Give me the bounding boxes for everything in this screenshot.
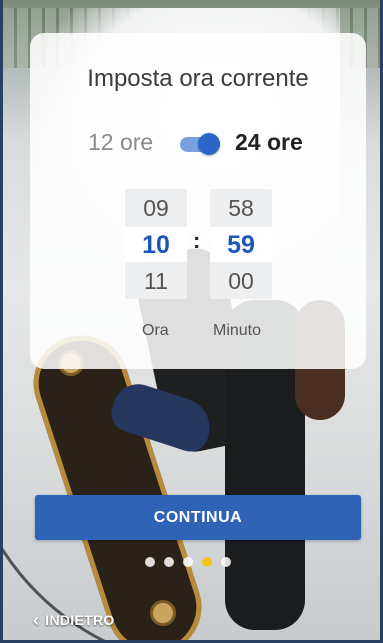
dialog-title: Imposta ora corrente — [87, 65, 309, 92]
page-dot — [164, 557, 174, 567]
format-24-label[interactable]: 24 ore — [235, 129, 303, 156]
continue-button[interactable]: CONTINUA — [35, 495, 361, 540]
hour-label: Ora — [142, 322, 169, 339]
back-button[interactable]: ‹ INDIETRO — [33, 610, 115, 630]
set-time-card: Imposta ora corrente 12 ore 24 ore 09 10… — [30, 33, 366, 369]
chevron-left-icon: ‹ — [33, 610, 40, 630]
minute-selected-value[interactable]: 59 — [210, 231, 272, 260]
minute-label: Minuto — [213, 322, 262, 339]
page-indicator — [145, 557, 231, 569]
page-dot — [221, 557, 231, 567]
format-toggle-switch[interactable] — [180, 133, 222, 155]
minute-next-value[interactable]: 00 — [210, 268, 272, 295]
page-dot — [183, 557, 193, 567]
background-wheel — [150, 600, 176, 626]
page-dot — [145, 557, 155, 567]
hour-picker[interactable]: 09 10 11 — [125, 189, 187, 299]
page-dot-active — [202, 557, 212, 567]
minute-prev-value[interactable]: 58 — [210, 195, 272, 222]
time-format-row: 12 ore 24 ore — [30, 129, 366, 159]
hour-prev-value[interactable]: 09 — [125, 195, 187, 222]
toggle-knob — [198, 133, 220, 155]
hour-next-value[interactable]: 11 — [125, 268, 187, 295]
format-12-label[interactable]: 12 ore — [88, 129, 153, 156]
minute-picker[interactable]: 58 59 00 — [210, 189, 272, 299]
back-label: INDIETRO — [45, 612, 115, 628]
time-separator: : — [193, 228, 201, 253]
hour-selected-value[interactable]: 10 — [125, 231, 187, 260]
